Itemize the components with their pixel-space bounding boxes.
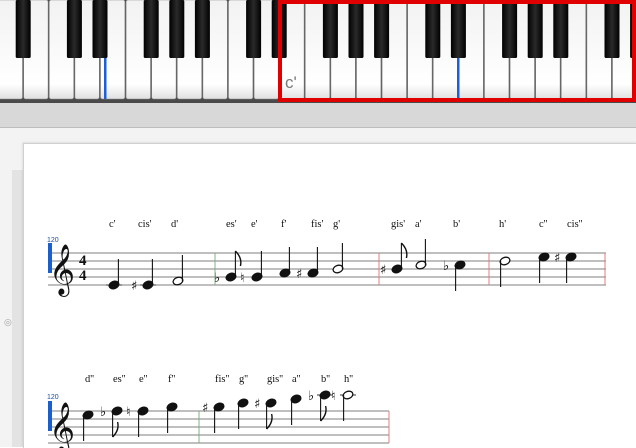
sheet-music: 120 𝄞 4 4 c' cis' d' es' e' f' fis' g' g… xyxy=(24,144,636,448)
system-1-notes: ♯ ♭ ♮ ♯ ♯ ♭ ♯ xyxy=(106,239,577,294)
note-name-label: fis' xyxy=(311,219,324,230)
svg-text:♮: ♮ xyxy=(331,389,336,404)
tempo-label: 120 xyxy=(47,237,59,244)
system-2: 120 𝄞 d'' es'' e'' f'' fis'' g'' gis'' a… xyxy=(47,374,389,448)
note-name-label: a' xyxy=(415,219,422,230)
note[interactable] xyxy=(172,255,184,286)
note-name-label: g' xyxy=(333,219,340,230)
piano-black-key[interactable] xyxy=(605,0,620,58)
note-name-label: h' xyxy=(499,219,506,230)
note-name-label: b' xyxy=(453,219,460,230)
ruler-handle-icon[interactable]: ◎ xyxy=(4,318,12,328)
note[interactable] xyxy=(237,398,249,429)
note-name-label: f' xyxy=(281,219,286,230)
note-name-label: fis'' xyxy=(215,374,229,385)
note-name-label: es'' xyxy=(113,374,126,385)
note[interactable]: ♯ xyxy=(380,243,407,278)
note-name-label: gis'' xyxy=(267,374,283,385)
note[interactable]: ♭ xyxy=(100,405,123,437)
svg-text:♭: ♭ xyxy=(443,259,449,274)
tempo-label: 120 xyxy=(47,394,59,401)
piano-black-key[interactable] xyxy=(425,0,440,58)
note[interactable]: ♭ xyxy=(214,251,241,286)
note[interactable]: ♯ xyxy=(202,401,225,433)
note-name-label: g'' xyxy=(239,374,248,385)
note-name-label: d'' xyxy=(85,374,94,385)
svg-text:♯: ♯ xyxy=(254,397,260,412)
piano-black-key[interactable] xyxy=(93,0,108,58)
note[interactable] xyxy=(538,252,550,283)
note-name-label: c'' xyxy=(539,219,548,230)
piano-black-key[interactable] xyxy=(451,0,466,58)
toolbar-gap xyxy=(0,103,636,127)
svg-text:♯: ♯ xyxy=(554,251,560,266)
note-name-label: e' xyxy=(251,219,258,230)
note[interactable] xyxy=(106,259,122,290)
note[interactable]: ♮ xyxy=(240,251,263,286)
note[interactable] xyxy=(332,243,344,274)
piano-black-key[interactable] xyxy=(195,0,210,58)
score-page[interactable]: 120 𝄞 4 4 c' cis' d' es' e' f' fis' g' g… xyxy=(23,143,636,448)
note-name-label: cis'' xyxy=(567,219,583,230)
note-name-label: h'' xyxy=(344,374,353,385)
piano-black-key[interactable] xyxy=(349,0,364,58)
note[interactable]: ♮ xyxy=(126,405,149,437)
svg-text:♯: ♯ xyxy=(380,263,386,278)
treble-clef-icon: 𝄞 xyxy=(49,402,75,448)
piano-black-key[interactable] xyxy=(144,0,159,58)
piano-black-key[interactable] xyxy=(553,0,568,58)
note[interactable]: ♭ xyxy=(443,259,466,291)
note-name-label: a'' xyxy=(292,374,301,385)
svg-text:♭: ♭ xyxy=(214,271,220,286)
note[interactable] xyxy=(290,394,302,425)
note[interactable]: ♯ xyxy=(254,397,277,429)
piano-black-key[interactable] xyxy=(169,0,184,58)
piano-keyboard-keys[interactable]: c' xyxy=(0,0,636,103)
piano-black-key[interactable] xyxy=(323,0,338,58)
piano-black-key[interactable] xyxy=(502,0,517,58)
piano-black-key[interactable] xyxy=(16,0,31,58)
note[interactable] xyxy=(166,402,178,433)
piano-black-key[interactable] xyxy=(67,0,82,58)
note[interactable] xyxy=(279,247,291,278)
note[interactable] xyxy=(82,410,94,441)
svg-text:♯: ♯ xyxy=(296,267,302,282)
svg-text:♯: ♯ xyxy=(202,401,208,416)
note[interactable] xyxy=(499,256,511,287)
svg-text:♯: ♯ xyxy=(131,279,137,294)
note[interactable]: ♯ xyxy=(554,251,577,283)
svg-text:♭: ♭ xyxy=(308,389,314,404)
svg-text:♮: ♮ xyxy=(126,405,131,420)
note[interactable]: ♭ xyxy=(308,389,333,421)
note-name-label: cis' xyxy=(138,219,152,230)
piano-black-key[interactable] xyxy=(246,0,261,58)
note-name-label: b'' xyxy=(321,374,330,385)
range-start-label: c' xyxy=(285,73,297,92)
note-name-label: c' xyxy=(109,219,116,230)
treble-clef-icon: 𝄞 xyxy=(49,244,75,297)
note-name-label: gis' xyxy=(391,219,405,230)
svg-text:♮: ♮ xyxy=(240,271,245,286)
system-2-notes: ♭ ♮ ♯ ♯ ♭ ♮ xyxy=(82,389,356,441)
note-name-label: d' xyxy=(171,219,178,230)
system-1: 120 𝄞 4 4 c' cis' d' es' e' f' fis' g' g… xyxy=(47,219,606,297)
note[interactable] xyxy=(415,239,427,270)
time-signature-denominator: 4 xyxy=(79,268,87,284)
svg-text:♭: ♭ xyxy=(100,405,106,420)
piano-black-key[interactable] xyxy=(374,0,389,58)
note[interactable]: ♯ xyxy=(131,259,156,294)
note-name-label: f'' xyxy=(168,374,175,385)
piano-keyboard[interactable]: c' xyxy=(0,0,636,103)
note-name-label: es' xyxy=(226,219,237,230)
note[interactable]: ♮ xyxy=(331,389,356,421)
piano-black-key[interactable] xyxy=(528,0,543,58)
time-signature-numerator: 4 xyxy=(79,253,87,269)
note-name-label: e'' xyxy=(139,374,148,385)
